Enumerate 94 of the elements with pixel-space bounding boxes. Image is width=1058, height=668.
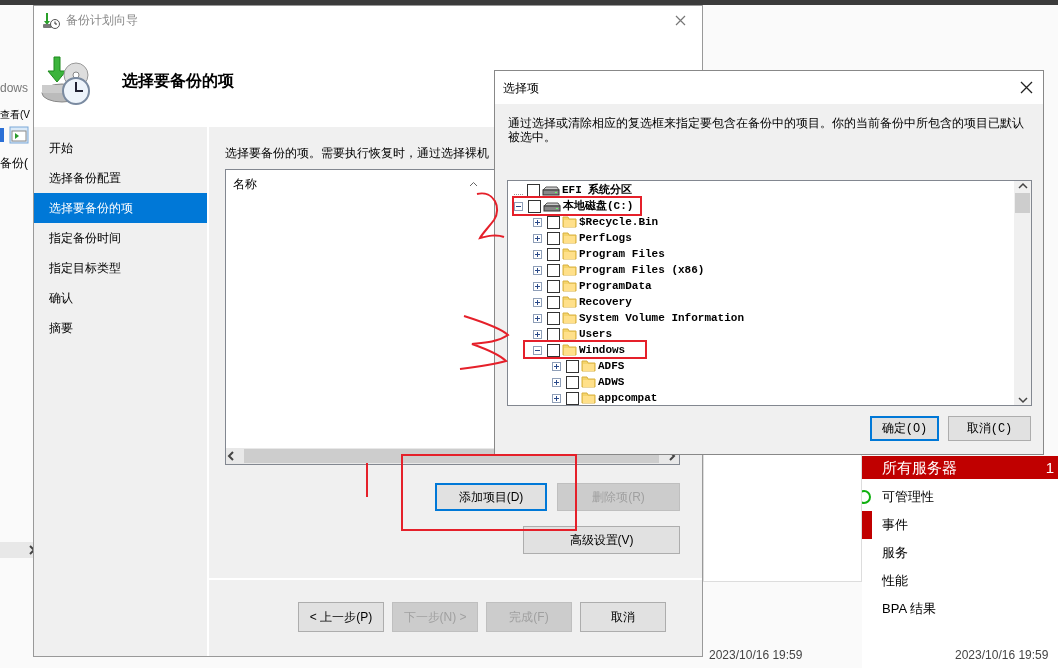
expand-icon[interactable] xyxy=(533,217,542,227)
collapse-icon[interactable] xyxy=(514,201,523,211)
checkbox[interactable] xyxy=(547,295,560,309)
folder-icon xyxy=(562,248,577,260)
folder-icon xyxy=(562,216,577,228)
tree-item-label[interactable]: ProgramData xyxy=(579,280,652,292)
folder-icon xyxy=(581,360,596,372)
backup-clock-icon xyxy=(42,11,60,29)
expand-icon[interactable] xyxy=(533,329,542,339)
checkbox[interactable] xyxy=(547,311,560,325)
checkbox[interactable] xyxy=(547,231,560,245)
drive-icon xyxy=(543,200,561,212)
tree-item-label[interactable]: ADWS xyxy=(598,376,625,388)
wizard-heading: 选择要备份的项 xyxy=(122,70,234,91)
tree-item-label[interactable]: PerfLogs xyxy=(579,232,632,244)
checkbox[interactable] xyxy=(566,359,579,373)
toolbar-icon[interactable] xyxy=(9,126,29,144)
expand-icon[interactable] xyxy=(533,281,542,291)
close-icon[interactable] xyxy=(1020,81,1033,94)
expand-icon[interactable] xyxy=(533,233,542,243)
column-header[interactable]: 名称 xyxy=(233,175,257,193)
tile-item[interactable]: BPA 结果 xyxy=(882,599,936,619)
folder-icon xyxy=(581,376,596,388)
annotation-line xyxy=(366,463,368,497)
cancel-button[interactable]: 取消(C) xyxy=(948,416,1031,441)
scroll-up-icon[interactable] xyxy=(1016,181,1029,191)
tree-item-label[interactable]: 本地磁盘(C:) xyxy=(563,200,634,212)
scroll-down-icon[interactable] xyxy=(1016,395,1029,405)
sort-icon xyxy=(469,181,478,187)
tile-item[interactable]: 可管理性 xyxy=(882,487,934,507)
tree-item-label[interactable]: EFI 系统分区 xyxy=(562,184,633,196)
folder-icon xyxy=(562,296,577,308)
wizard-step[interactable]: 选择要备份的项 xyxy=(34,193,207,223)
backup-drive-icon xyxy=(40,54,92,107)
wizard-step[interactable]: 摘要 xyxy=(34,313,207,343)
tree-item-label[interactable]: Program Files xyxy=(579,248,665,260)
tile-item[interactable]: 性能 xyxy=(882,571,908,591)
folder-icon xyxy=(562,264,577,276)
collapse-icon[interactable] xyxy=(533,345,542,355)
folder-icon xyxy=(562,344,577,356)
scribble-drawing xyxy=(474,190,506,242)
wizard-step[interactable]: 开始 xyxy=(34,133,207,163)
tree-item-label[interactable]: appcompat xyxy=(598,392,658,404)
checkbox[interactable] xyxy=(547,279,560,293)
advanced-settings-button[interactable]: 高级设置(V) xyxy=(523,526,680,554)
checkbox[interactable] xyxy=(547,327,560,341)
timestamp: 2023/10/16 19:59 xyxy=(709,647,803,664)
folder-icon xyxy=(562,312,577,324)
checkbox[interactable] xyxy=(527,183,540,197)
timestamp: 2023/10/16 19:59 xyxy=(955,647,1049,664)
wizard-step[interactable]: 指定目标类型 xyxy=(34,253,207,283)
folder-icon xyxy=(562,232,577,244)
tile-count: 1 xyxy=(1045,458,1054,477)
wizard-step[interactable]: 选择备份配置 xyxy=(34,163,207,193)
expand-icon[interactable] xyxy=(533,313,542,323)
add-button[interactable]: 添加项目(D) xyxy=(435,483,547,511)
tile-item[interactable]: 事件 xyxy=(882,515,908,535)
folder-icon xyxy=(581,392,596,404)
expand-icon[interactable] xyxy=(533,297,542,307)
description-text: 选择要备份的项。需要执行恢复时，通过选择裸机 xyxy=(225,145,490,161)
tree-item-label[interactable]: $Recycle.Bin xyxy=(579,216,659,228)
tile-item[interactable]: 服务 xyxy=(882,543,908,563)
toolbar-icon[interactable] xyxy=(0,126,5,144)
window-title: dows xyxy=(0,80,29,97)
tree-item-label[interactable]: Users xyxy=(579,328,612,340)
scroll-thumb[interactable] xyxy=(1015,193,1030,213)
tile-title: 所有服务器 xyxy=(882,458,957,477)
checkbox[interactable] xyxy=(528,199,541,213)
expand-icon[interactable] xyxy=(552,377,561,387)
tree-item-label[interactable]: ADFS xyxy=(598,360,625,372)
dialog-description: 通过选择或清除相应的复选框来指定要包含在备份中的项目。你的当前备份中所包含的项目已默认被选中。 xyxy=(507,115,1025,146)
dialog-title: 选择项 xyxy=(503,79,539,97)
checkbox[interactable] xyxy=(566,375,579,389)
ok-button[interactable]: 确定(O) xyxy=(870,416,939,441)
expand-icon[interactable] xyxy=(533,249,542,259)
expand-icon[interactable] xyxy=(533,265,542,275)
expand-icon[interactable] xyxy=(552,361,561,371)
expand-icon[interactable] xyxy=(552,393,561,403)
back-button[interactable]: < 上一步(P) xyxy=(298,602,384,632)
wizard-step[interactable]: 确认 xyxy=(34,283,207,313)
cancel-button[interactable]: 取消 xyxy=(580,602,666,632)
tile-header[interactable]: 所有服务器 1 xyxy=(862,456,1058,479)
folder-tree[interactable]: EFI 系统分区 本地磁盘(C:) $Recycle.Bin PerfLogs Program Files Program Files (x86) ProgramData Recovery System Volume Information Users Windows ADFS ADWS appcompat xyxy=(507,180,1032,406)
checkbox[interactable] xyxy=(566,391,579,405)
folder-icon xyxy=(562,280,577,292)
tree-item-label[interactable]: Recovery xyxy=(579,296,632,308)
drive-icon xyxy=(542,184,560,196)
checkbox[interactable] xyxy=(547,247,560,261)
window-title: 备份计划向导 xyxy=(66,12,138,29)
tree-item-label[interactable]: Windows xyxy=(579,344,626,356)
checkbox[interactable] xyxy=(547,343,560,357)
checkbox[interactable] xyxy=(547,263,560,277)
folder-icon xyxy=(562,328,577,340)
wizard-step[interactable]: 指定备份时间 xyxy=(34,223,207,253)
